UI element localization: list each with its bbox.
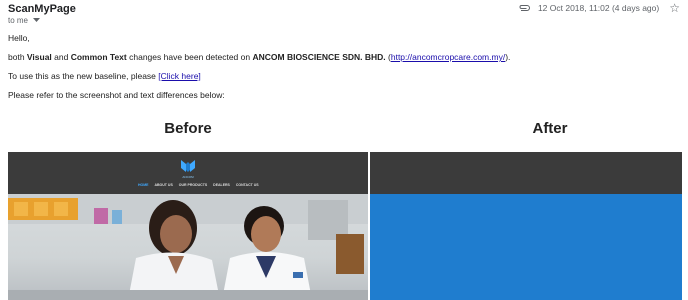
summary-common-text: Common Text <box>70 52 127 62</box>
after-blue-block <box>370 194 682 300</box>
summary-prefix: both <box>8 52 27 62</box>
caret-down-icon[interactable] <box>33 16 41 25</box>
baseline-prefix: To use this as the new baseline, please <box>8 71 159 81</box>
click-here-link[interactable]: [Click here] <box>158 71 201 81</box>
site-nav: HOME ABOUT US OUR PRODUCTS DEALERS CONTA… <box>138 183 259 187</box>
email-header: ScanMyPage to me 12 Oct 2018, 11:02 (4 d… <box>0 0 688 28</box>
greeting: Hello, <box>8 33 30 43</box>
star-icon[interactable]: ☆ <box>669 2 680 14</box>
change-summary: both Visual and Common Text changes have… <box>8 52 510 62</box>
summary-visual: Visual <box>26 52 52 62</box>
after-screenshot <box>370 152 682 300</box>
summary-close: ). <box>505 52 511 62</box>
site-header: ANCOM HOME ABOUT US OUR PRODUCTS DEALERS… <box>8 152 368 194</box>
summary-middle: changes have been detected on <box>126 52 253 62</box>
email-meta: 12 Oct 2018, 11:02 (4 days ago) ☆ <box>518 2 680 14</box>
lab-scene-illustration <box>8 194 368 300</box>
sender-name[interactable]: ScanMyPage <box>8 3 76 15</box>
refer-line: Please refer to the screenshot and text … <box>8 90 225 100</box>
nav-contact: CONTACT US <box>235 183 259 187</box>
before-screenshot: ANCOM HOME ABOUT US OUR PRODUCTS DEALERS… <box>8 152 368 300</box>
after-heading: After <box>532 120 568 137</box>
company-name: ANCOM BIOSCIENCE SDN. BHD. <box>252 52 386 62</box>
paperclip-icon <box>518 3 530 13</box>
recipient-line[interactable]: to me <box>8 16 41 25</box>
hero-photo <box>8 194 368 300</box>
baseline-instruction: To use this as the new baseline, please … <box>8 71 201 81</box>
nav-products: OUR PRODUCTS <box>178 183 208 187</box>
nav-about: ABOUT US <box>154 183 173 187</box>
site-name: ANCOM <box>182 175 194 179</box>
after-header-block <box>370 152 682 194</box>
nav-home: HOME <box>138 183 149 187</box>
summary-and: and <box>51 52 71 62</box>
nav-dealers: DEALERS <box>213 183 230 187</box>
email-date: 12 Oct 2018, 11:02 (4 days ago) <box>537 3 660 13</box>
recipient-label: to me <box>8 16 29 25</box>
site-logo-icon <box>181 160 195 172</box>
before-heading: Before <box>164 120 212 137</box>
site-url-link[interactable]: http://ancomcropcare.com.my/ <box>391 52 505 62</box>
